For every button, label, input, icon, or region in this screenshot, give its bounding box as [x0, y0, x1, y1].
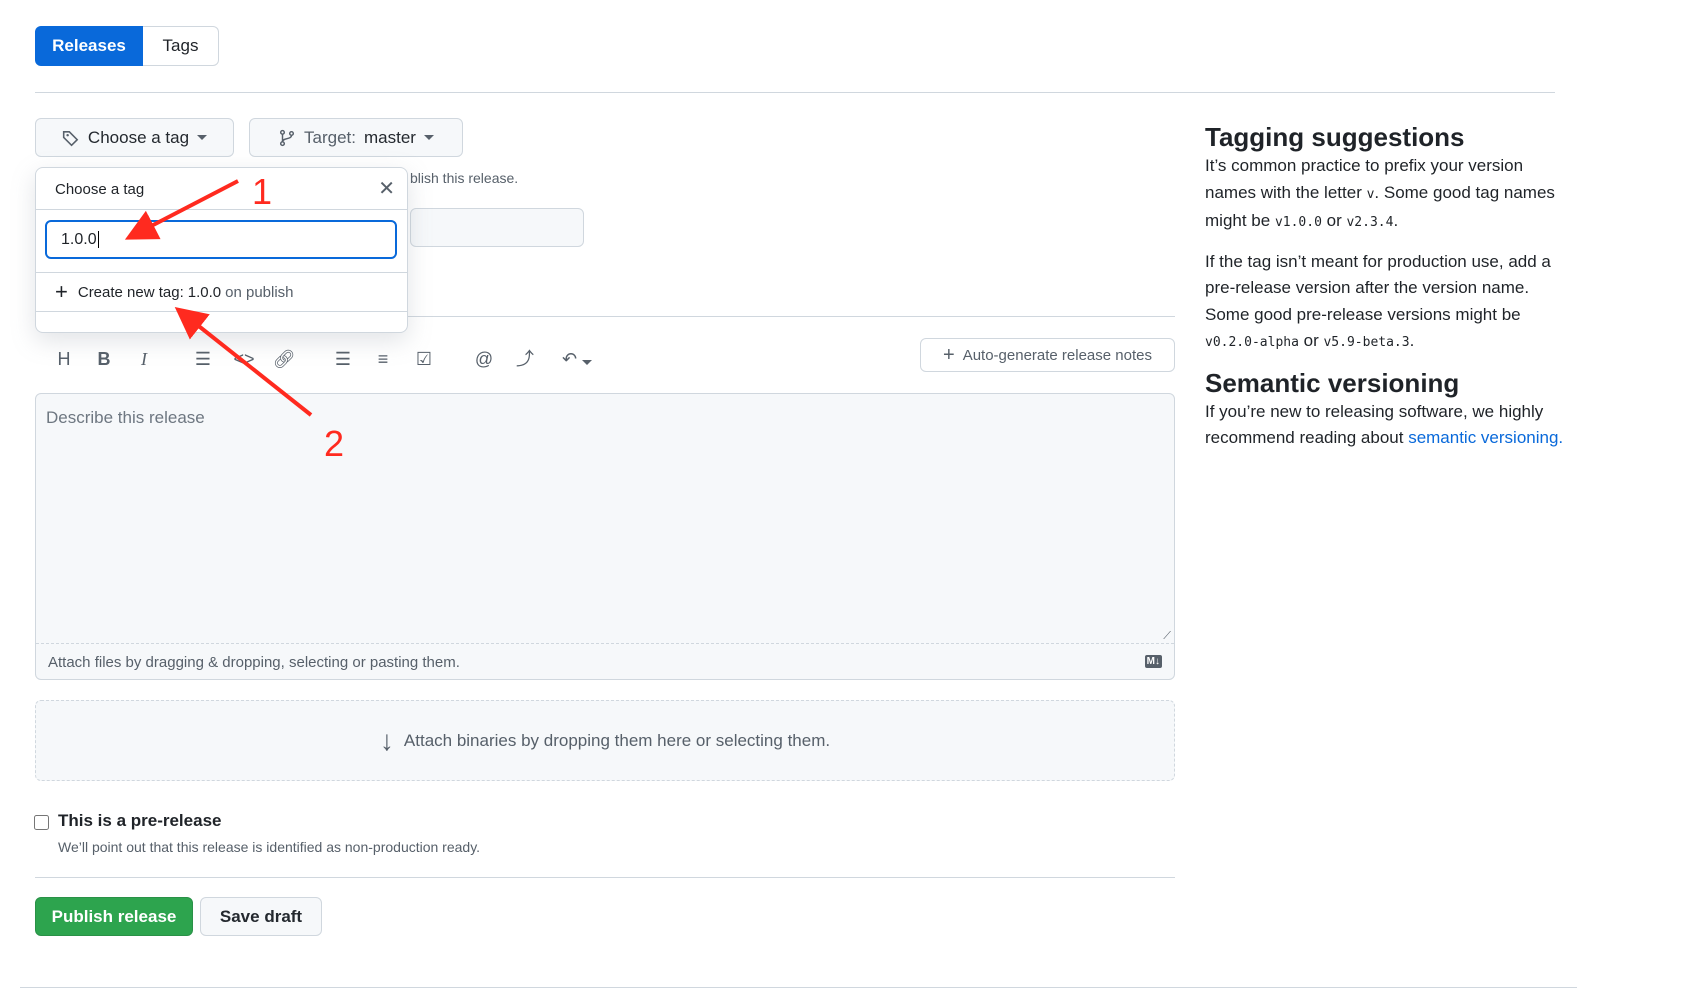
annotation-overlay: 1 2	[124, 171, 344, 464]
annotation-label-2: 2	[324, 423, 344, 464]
annotation-label-1: 1	[252, 171, 272, 212]
annotation-arrow-1	[124, 179, 239, 240]
annotation-arrow-2	[174, 307, 313, 417]
